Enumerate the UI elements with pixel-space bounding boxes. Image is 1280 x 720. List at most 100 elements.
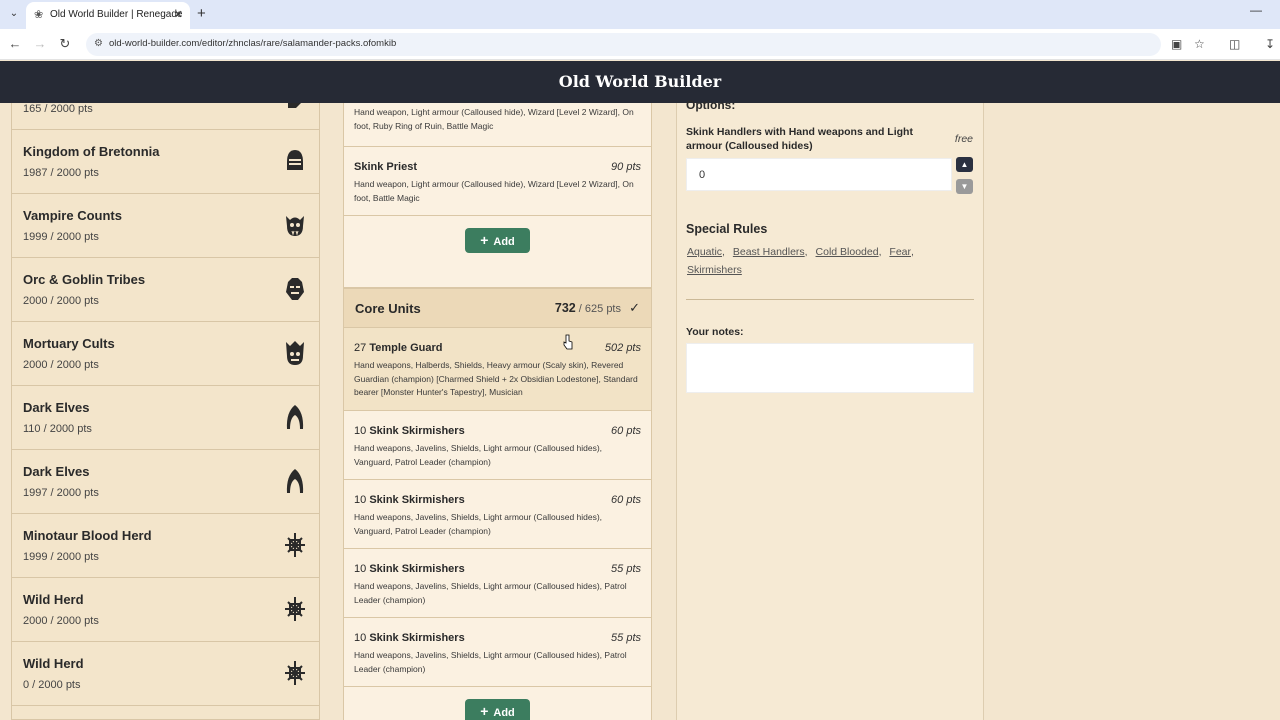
back-arrow-icon[interactable]: ←	[7, 36, 23, 51]
army-points: 110 / 2000 pts	[23, 423, 92, 435]
unit-points: 60 pts	[611, 425, 641, 437]
army-list-item[interactable]: Dark Elves 110 / 2000 pts	[12, 386, 319, 450]
army-points: 1999 / 2000 pts	[23, 231, 99, 243]
army-points: 2000 / 2000 pts	[23, 615, 99, 627]
unit-name: 10 Skink Skirmishers	[354, 632, 465, 644]
special-rules-line: Skirmishers	[687, 264, 747, 276]
army-name: Wild Herd	[23, 656, 84, 671]
rule-link-fear[interactable]: Fear	[889, 246, 911, 258]
app-title: Old World Builder	[558, 72, 722, 91]
army-points: 0 / 2000 pts	[23, 679, 81, 691]
unit-description: Hand weapons, Javelins, Shields, Light a…	[354, 512, 603, 536]
army-list-item[interactable]: Wild Herd 0 / 2000 pts	[12, 642, 319, 706]
favicon-icon: ❀	[34, 9, 44, 21]
hand-cursor-icon	[563, 334, 573, 350]
army-name: Mortuary Cults	[23, 336, 115, 351]
army-points: 2000 / 2000 pts	[23, 359, 99, 371]
unit-card[interactable]: 10 Skink Skirmishers 60 pts Hand weapons…	[343, 480, 652, 549]
option-quantity-input[interactable]: 0	[686, 158, 952, 191]
checkmark-icon: ✓	[629, 300, 640, 315]
unit-list: Hand weapon, Light armour (Calloused hid…	[343, 103, 653, 720]
army-points: 2000 / 2000 pts	[23, 295, 99, 307]
unit-name: Skink Priest	[354, 161, 417, 173]
browser-tab[interactable]: ❀ Old World Builder | Renegade ✕	[26, 2, 190, 29]
app-header: Old World Builder	[0, 61, 1280, 103]
download-icon[interactable]: ↧	[1265, 37, 1275, 51]
army-list-item[interactable]: Orc & Goblin Tribes 2000 / 2000 pts	[12, 258, 319, 322]
unit-points: 60 pts	[611, 494, 641, 506]
army-list-item[interactable]: Dark Elves 1997 / 2000 pts	[12, 450, 319, 514]
helmet-icon	[284, 148, 306, 174]
new-tab-button[interactable]: +	[197, 5, 206, 22]
army-points: 1987 / 2000 pts	[23, 167, 99, 179]
extensions-icon[interactable]: ◫	[1229, 37, 1240, 51]
unit-card[interactable]: Skink Priest 90 pts Hand weapon, Light a…	[343, 147, 652, 216]
browser-address-bar: ← → ↻ ⚙ old-world-builder.com/editor/zhn…	[0, 29, 1280, 60]
army-points: 1997 / 2000 pts	[23, 487, 99, 499]
tab-title: Old World Builder | Renegade	[50, 9, 183, 20]
unit-description: Hand weapons, Halberds, Shields, Heavy a…	[354, 360, 638, 397]
rule-link-beast-handlers[interactable]: Beast Handlers	[733, 246, 805, 258]
browser-tab-bar: ⌄ ❀ Old World Builder | Renegade ✕ + —	[0, 0, 1280, 29]
url-field[interactable]: ⚙ old-world-builder.com/editor/zhnclas/r…	[86, 33, 1161, 56]
unit-description: Hand weapons, Javelins, Shields, Light a…	[354, 581, 627, 605]
section-title: Core Units	[355, 301, 421, 316]
vampire-skull-icon	[284, 212, 306, 238]
add-row: + Add	[343, 687, 652, 720]
unit-description: Hand weapons, Javelins, Shields, Light a…	[354, 650, 627, 674]
tab-list-chevron-icon[interactable]: ⌄	[6, 7, 22, 21]
reload-icon[interactable]: ↻	[57, 36, 73, 52]
unit-card[interactable]: Hand weapon, Light armour (Calloused hid…	[343, 103, 652, 147]
army-list-item[interactable]: Minotaur Blood Herd 1999 / 2000 pts	[12, 514, 319, 578]
army-name: Minotaur Blood Herd	[23, 528, 152, 543]
add-row: + Add	[343, 216, 652, 288]
rule-link-cold-blooded[interactable]: Cold Blooded	[816, 246, 879, 258]
add-unit-button[interactable]: + Add	[465, 699, 530, 720]
army-partial-icon	[284, 103, 306, 122]
crowned-skull-icon	[284, 340, 306, 366]
minimize-window-button[interactable]: —	[1250, 3, 1262, 17]
site-info-icon[interactable]: ⚙	[94, 38, 103, 49]
bookmark-star-icon[interactable]: ☆	[1194, 37, 1205, 51]
army-name: Vampire Counts	[23, 208, 122, 223]
unit-points: 90 pts	[611, 161, 641, 173]
unit-description: Hand weapons, Javelins, Shields, Light a…	[354, 443, 603, 467]
unit-card[interactable]: 10 Skink Skirmishers 60 pts Hand weapons…	[343, 411, 652, 480]
unit-points: 55 pts	[611, 632, 641, 644]
notes-textarea[interactable]	[686, 343, 974, 393]
unit-card[interactable]: 10 Skink Skirmishers 55 pts Hand weapons…	[343, 549, 652, 618]
option-cost: free	[954, 133, 973, 145]
plus-icon: +	[480, 703, 489, 719]
rule-link-skirmishers[interactable]: Skirmishers	[687, 264, 742, 276]
increment-chevron-up-icon[interactable]: ▲	[956, 157, 973, 172]
cast-icon[interactable]: ▣	[1171, 37, 1182, 51]
army-list-item[interactable]: Wild Herd 2000 / 2000 pts	[12, 578, 319, 642]
unit-detail-panel: Options: Skink Handlers with Hand weapon…	[676, 98, 984, 720]
beast-star-icon	[284, 660, 306, 686]
army-list-sidebar: 165 / 2000 pts Kingdom of Bretonnia 1987…	[11, 103, 320, 720]
unit-points: 55 pts	[611, 563, 641, 575]
forward-arrow-icon[interactable]: →	[32, 36, 48, 51]
unit-name: 10 Skink Skirmishers	[354, 563, 465, 575]
unit-card[interactable]: 10 Skink Skirmishers 55 pts Hand weapons…	[343, 618, 652, 687]
unit-card[interactable]: 27 Temple Guard 502 pts Hand weapons, Ha…	[343, 328, 652, 411]
dark-elf-hood-icon	[284, 404, 306, 430]
add-unit-button[interactable]: + Add	[465, 228, 530, 253]
divider	[686, 299, 974, 300]
unit-name: 27 Temple Guard	[354, 342, 443, 354]
special-rules-heading: Special Rules	[686, 222, 768, 236]
army-list-item[interactable]: Mortuary Cults 2000 / 2000 pts	[12, 322, 319, 386]
unit-name: 10 Skink Skirmishers	[354, 425, 465, 437]
army-list-item[interactable]: Vampire Counts 1999 / 2000 pts	[12, 194, 319, 258]
unit-description: Hand weapon, Light armour (Calloused hid…	[354, 179, 634, 203]
rule-link-aquatic[interactable]: Aquatic	[687, 246, 722, 258]
army-list-item[interactable]: Kingdom of Bretonnia 1987 / 2000 pts	[12, 130, 319, 194]
tab-close-icon[interactable]: ✕	[174, 8, 183, 21]
army-points: 1999 / 2000 pts	[23, 551, 99, 563]
army-name: Dark Elves	[23, 400, 90, 415]
army-points: 165 / 2000 pts	[23, 103, 93, 115]
notes-label: Your notes:	[686, 326, 744, 338]
core-units-header: Core Units 732 / 625 pts ✓	[343, 288, 652, 328]
army-list-item[interactable]: 165 / 2000 pts	[12, 103, 319, 130]
decrement-chevron-down-icon[interactable]: ▼	[956, 179, 973, 194]
